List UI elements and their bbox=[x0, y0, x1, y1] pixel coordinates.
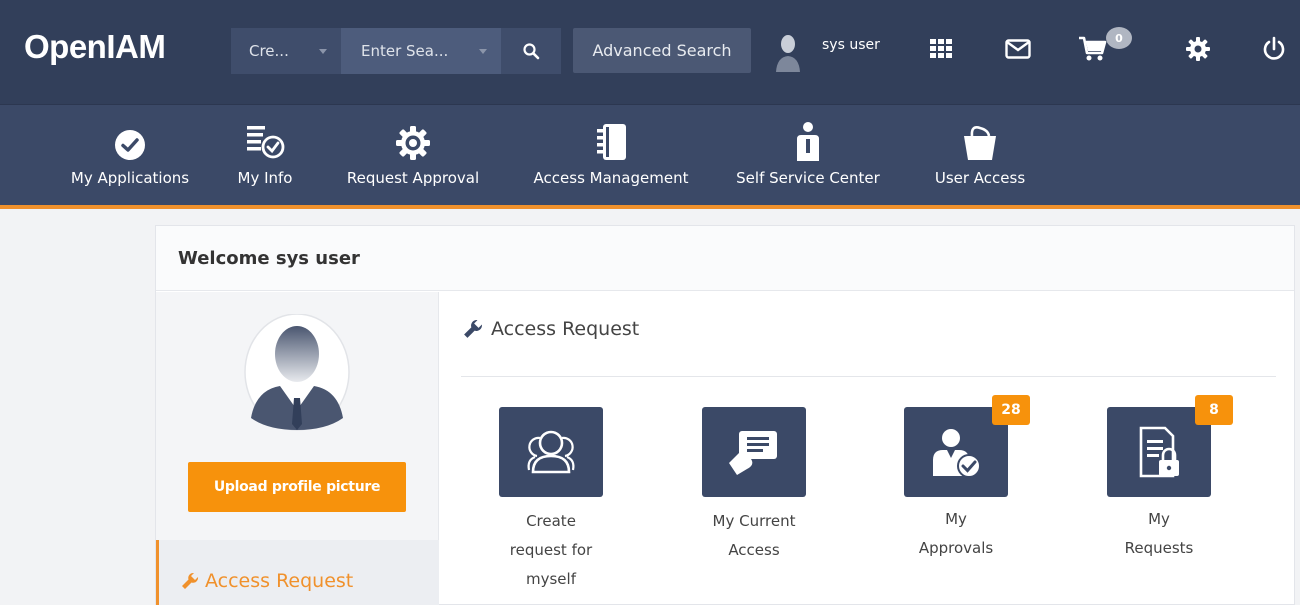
wrench-icon bbox=[464, 320, 482, 338]
cart-icon bbox=[1079, 36, 1107, 61]
wrench-icon bbox=[182, 572, 199, 589]
chevron-down-icon bbox=[319, 49, 327, 54]
nav-item-user-access[interactable]: User Access bbox=[930, 121, 1030, 187]
cart-count-badge: 0 bbox=[1106, 27, 1132, 49]
tile-label: My Approvals bbox=[918, 510, 994, 557]
tile-create-request[interactable]: Create request for myself bbox=[481, 407, 621, 594]
card-header: Welcome sys user bbox=[156, 226, 1294, 291]
requests-count-badge: 8 bbox=[1195, 395, 1233, 425]
sidebar-item-access-request[interactable]: Access Request bbox=[156, 540, 439, 605]
search-input[interactable]: Enter Sea... bbox=[341, 28, 501, 74]
basket-icon bbox=[964, 126, 996, 160]
nav-item-label: My Info bbox=[237, 169, 293, 187]
tile-label: My Current Access bbox=[712, 512, 796, 559]
mail-button[interactable] bbox=[1003, 34, 1033, 64]
app-logo[interactable]: OpenIAM bbox=[24, 28, 166, 66]
section-title: Access Request bbox=[463, 318, 639, 340]
power-icon bbox=[1263, 36, 1285, 60]
cog-icon bbox=[396, 126, 430, 160]
dashboard-card: Welcome sys user Upload profile picture bbox=[155, 225, 1295, 605]
search-button[interactable] bbox=[501, 28, 561, 74]
upload-profile-picture-button[interactable]: Upload profile picture bbox=[188, 462, 406, 512]
gear-icon bbox=[1186, 37, 1210, 61]
nav-item-request-approval[interactable]: Request Approval bbox=[338, 121, 488, 187]
approvals-count-badge: 28 bbox=[992, 395, 1030, 425]
user-avatar-icon[interactable] bbox=[775, 34, 801, 72]
tile-my-current-access[interactable]: My Current Access bbox=[684, 407, 824, 565]
nav-item-access-management[interactable]: Access Management bbox=[524, 121, 698, 187]
address-book-icon bbox=[597, 124, 626, 160]
divider bbox=[461, 376, 1276, 377]
users-icon bbox=[527, 430, 575, 474]
user-info-icon bbox=[797, 122, 819, 161]
advanced-search-button[interactable]: Advanced Search bbox=[573, 28, 751, 73]
nav-item-label: My Applications bbox=[70, 169, 190, 187]
tile-my-requests[interactable]: 8 My Requests bbox=[1089, 395, 1233, 563]
search-group: Cre... Enter Sea... bbox=[231, 28, 561, 74]
nav-item-self-service-center[interactable]: Self Service Center bbox=[728, 121, 888, 187]
tile-label: My Requests bbox=[1124, 510, 1194, 557]
nav-item-label: User Access bbox=[934, 169, 1026, 187]
welcome-title: Welcome sys user bbox=[178, 248, 360, 269]
settings-button[interactable] bbox=[1183, 34, 1213, 64]
nav-item-label: Access Management bbox=[533, 169, 689, 187]
chevron-down-icon bbox=[479, 49, 487, 54]
mail-icon bbox=[1005, 39, 1031, 59]
top-header: OpenIAM Cre... Enter Sea... Advanced Sea… bbox=[0, 0, 1300, 104]
nav-accent-line bbox=[0, 205, 1300, 209]
main-nav: My Applications My Info Request Approval… bbox=[0, 104, 1300, 207]
nav-item-label: Request Approval bbox=[346, 169, 480, 187]
tile-label: Create request for myself bbox=[509, 512, 593, 588]
profile-picture bbox=[244, 314, 350, 431]
apps-grid-button[interactable] bbox=[926, 34, 956, 64]
document-lock-icon bbox=[1139, 426, 1179, 478]
search-type-select[interactable]: Cre... bbox=[231, 28, 341, 74]
apps-grid-icon bbox=[930, 39, 952, 58]
profile-panel: Upload profile picture Access Request bbox=[156, 292, 439, 605]
tile-my-approvals[interactable]: 28 My Approvals bbox=[886, 395, 1030, 563]
nav-item-my-applications[interactable]: My Applications bbox=[62, 121, 198, 187]
logout-button[interactable] bbox=[1259, 34, 1289, 64]
nav-item-label: Self Service Center bbox=[736, 169, 880, 187]
search-icon bbox=[523, 43, 540, 60]
nav-item-my-info[interactable]: My Info bbox=[230, 121, 300, 187]
sidebar-item-label: Access Request bbox=[205, 570, 354, 592]
info-list-icon bbox=[247, 126, 285, 159]
cart-button[interactable] bbox=[1078, 34, 1108, 64]
user-approved-icon bbox=[933, 429, 981, 478]
id-card-hand-icon bbox=[729, 431, 777, 475]
user-name[interactable]: sys user bbox=[822, 37, 880, 53]
check-circle-icon bbox=[115, 130, 145, 160]
